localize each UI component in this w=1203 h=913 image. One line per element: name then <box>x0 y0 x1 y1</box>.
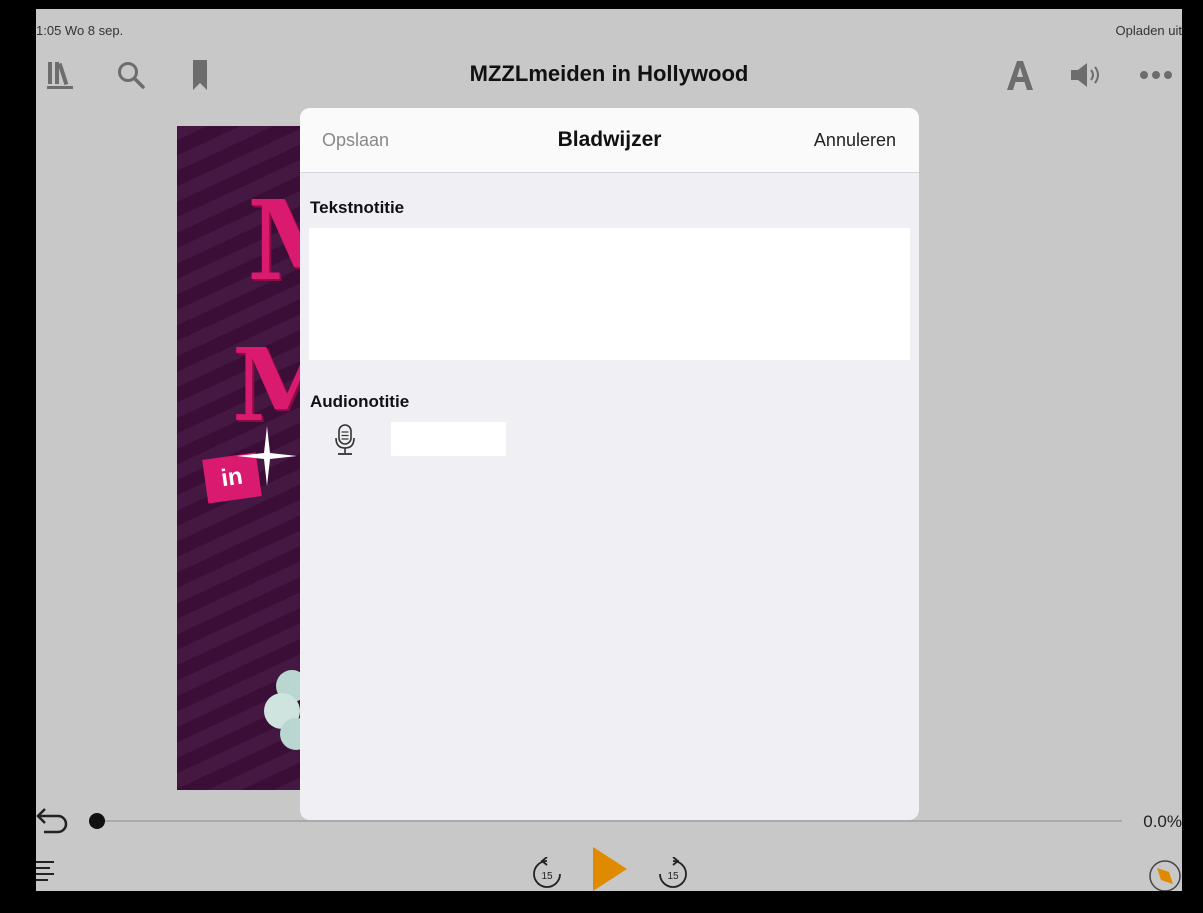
speaker-icon[interactable] <box>1068 59 1108 91</box>
microphone-icon[interactable] <box>333 424 357 456</box>
skip-back-15-button[interactable]: 15 <box>531 856 563 891</box>
dialog-header: Opslaan Bladwijzer Annuleren <box>300 108 919 173</box>
text-note-label: Tekstnotitie <box>310 198 405 217</box>
progress-knob[interactable] <box>89 813 105 829</box>
audio-note-label: Audionotitie <box>310 392 410 411</box>
status-bar: 1:05 Wo 8 sep. Opladen uit <box>36 9 1183 38</box>
status-time: 1:05 Wo 8 sep. <box>36 23 124 38</box>
skip-forward-seconds: 15 <box>667 871 679 882</box>
more-icon[interactable] <box>1136 59 1176 91</box>
status-battery: Opladen uit <box>1115 23 1183 38</box>
skip-back-seconds: 15 <box>541 871 553 882</box>
toolbar: MZZLmeiden in Hollywood <box>36 45 1182 101</box>
table-of-contents-icon[interactable] <box>36 859 58 888</box>
play-button[interactable] <box>590 845 630 891</box>
skip-forward-15-button[interactable]: 15 <box>657 856 689 891</box>
progress-track[interactable] <box>96 820 1122 822</box>
progress-percentage: 0.0% <box>1143 812 1182 831</box>
sparkle-icon <box>237 426 297 486</box>
text-note-field[interactable] <box>309 228 910 360</box>
bookmark-dialog: Opslaan Bladwijzer Annuleren Tekstnotiti… <box>300 108 919 820</box>
playback-controls: 15 15 <box>36 847 1182 891</box>
navigation-compass-icon[interactable] <box>1148 859 1182 891</box>
font-icon[interactable] <box>1000 59 1040 91</box>
audio-recording-field[interactable] <box>391 422 506 456</box>
back-arrow-icon[interactable] <box>36 805 72 840</box>
book-cover: M M in <box>177 126 307 790</box>
cover-letter-1: M <box>247 176 307 305</box>
cancel-button[interactable]: Annuleren <box>814 130 896 151</box>
